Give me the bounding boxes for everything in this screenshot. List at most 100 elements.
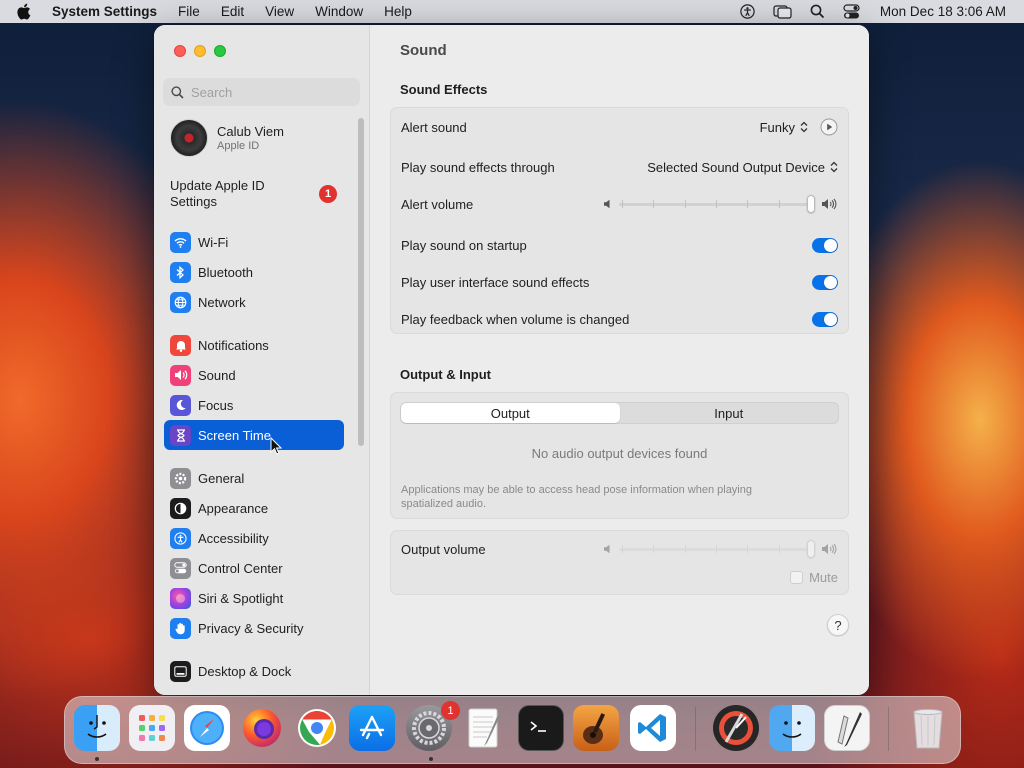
tab-output[interactable]: Output [401,403,620,423]
safari-icon[interactable] [184,705,230,751]
sidebar: Search Calub Viem Apple ID Update Apple … [154,25,370,695]
apple-id-account[interactable]: Calub Viem Apple ID [170,119,284,157]
mute-checkbox[interactable] [790,570,804,584]
terminal-icon[interactable] [518,705,564,751]
alert-volume-slider[interactable] [619,195,815,213]
slider-tick [622,200,623,208]
help-button[interactable]: ? [827,614,849,636]
sidebar-item-sound[interactable]: Sound [164,360,344,390]
slider-track [619,203,815,206]
zoom-window-button[interactable] [214,45,226,57]
firefox-icon[interactable] [239,705,285,751]
script-editor-icon[interactable] [824,705,870,751]
update-apple-id-settings[interactable]: Update Apple ID Settings [170,178,300,210]
chevron-updown-icon [830,161,838,173]
ui-sounds-row: Play user interface sound effects [391,263,848,301]
gear-icon [170,467,191,489]
sidebar-item-label: Control Center [198,560,283,576]
slider-tick [622,545,623,553]
sidebar-item-appearance[interactable]: Appearance [164,493,344,523]
startup-sound-row: Play sound on startup [391,226,848,264]
screen-mirroring-icon[interactable] [773,4,792,19]
tab-input[interactable]: Input [620,403,839,423]
sidebar-item-accessibility[interactable]: Accessibility [164,523,344,553]
slider-knob[interactable] [807,540,815,558]
sidebar-item-general[interactable]: General [164,463,344,493]
minimize-window-button[interactable] [194,45,206,57]
menu-help[interactable]: Help [384,4,412,19]
garageband-icon[interactable] [573,705,619,751]
sidebar-item-label: Accessibility [198,530,269,546]
control-center-status-icon[interactable] [843,4,860,19]
menu-app-name[interactable]: System Settings [52,4,157,19]
sidebar-item-label: Sound [198,367,236,383]
play-alert-sound-icon[interactable] [820,118,838,136]
slider-tick [685,200,686,208]
instruments-icon[interactable] [713,705,759,751]
sidebar-item-notifications[interactable]: Notifications [164,330,344,360]
sidebar-item-siri-spotlight[interactable]: Siri & Spotlight [164,583,344,613]
finder-alt-icon[interactable] [769,705,815,751]
mouse-pointer-icon [270,437,282,455]
ui-sounds-label: Play user interface sound effects [401,274,590,290]
alert-sound-popup[interactable]: Funky [760,120,808,135]
apple-menu-icon[interactable] [16,3,38,20]
sidebar-item-privacy-security[interactable]: Privacy & Security [164,613,344,643]
slider-tick [716,545,717,553]
output-input-heading: Output & Input [400,367,491,382]
textedit-icon[interactable] [461,705,507,751]
appearance-icon [170,497,191,519]
spotlight-search-icon[interactable] [810,4,825,19]
alert-volume-row: Alert volume [391,185,848,223]
app-store-icon[interactable] [349,705,395,751]
vscode-icon[interactable] [630,705,676,751]
output-volume-slider[interactable] [619,540,815,558]
sidebar-item-label: Bluetooth [198,264,253,280]
close-window-button[interactable] [174,45,186,57]
volume-feedback-toggle[interactable] [812,311,838,327]
menu-file[interactable]: File [178,4,200,19]
menu-window[interactable]: Window [315,4,363,19]
accessibility-status-icon[interactable] [740,4,755,19]
menu-clock[interactable]: Mon Dec 18 3:06 AM [880,4,1006,19]
play-through-popup[interactable]: Selected Sound Output Device [647,160,838,175]
volume-high-icon [822,543,837,555]
sidebar-item-wifi[interactable]: Wi-Fi [164,227,344,257]
trash-icon[interactable] [905,705,951,751]
ui-sounds-toggle[interactable] [812,274,838,290]
sidebar-item-control-center[interactable]: Control Center [164,553,344,583]
search-input[interactable]: Search [163,78,360,106]
sidebar-item-label: Desktop & Dock [198,663,292,679]
startup-sound-toggle[interactable] [812,237,838,253]
mute-label: Mute [809,569,838,585]
slider-knob[interactable] [807,195,815,213]
sidebar-item-screen-time[interactable]: Screen Time [164,420,344,450]
menu-view[interactable]: View [265,4,294,19]
menu-edit[interactable]: Edit [221,4,244,19]
play-through-label: Play sound effects through [401,159,555,175]
sidebar-item-network[interactable]: Network [164,287,344,317]
sidebar-item-label: Wi-Fi [198,234,229,250]
sound-pane: Sound Sound Effects Alert sound Funky Pl… [370,25,869,695]
alert-sound-row: Alert sound Funky [391,108,848,146]
chrome-icon[interactable] [294,705,340,751]
bluetooth-icon [170,261,191,283]
account-subtitle: Apple ID [217,140,260,152]
sidebar-scrollbar[interactable] [358,118,364,446]
hand-icon [170,617,191,639]
output-input-group: Output Input No audio output devices fou… [390,392,849,519]
wifi-icon [170,231,191,253]
alert-sound-value: Funky [759,119,795,135]
sidebar-item-desktop-dock[interactable]: Desktop & Dock [164,656,344,686]
sidebar-item-label: General [198,470,245,486]
globe-icon [170,291,191,313]
output-volume-group: Output volume Mute [390,530,849,595]
finder-icon[interactable] [74,705,120,751]
alert-volume-label: Alert volume [401,196,474,212]
account-name: Calub Viem [217,124,284,139]
sidebar-item-bluetooth[interactable]: Bluetooth [164,257,344,287]
sidebar-item-label: Siri & Spotlight [198,590,284,606]
launchpad-icon[interactable] [129,705,175,751]
control-center-icon [170,557,191,579]
sidebar-item-focus[interactable]: Focus [164,390,344,420]
